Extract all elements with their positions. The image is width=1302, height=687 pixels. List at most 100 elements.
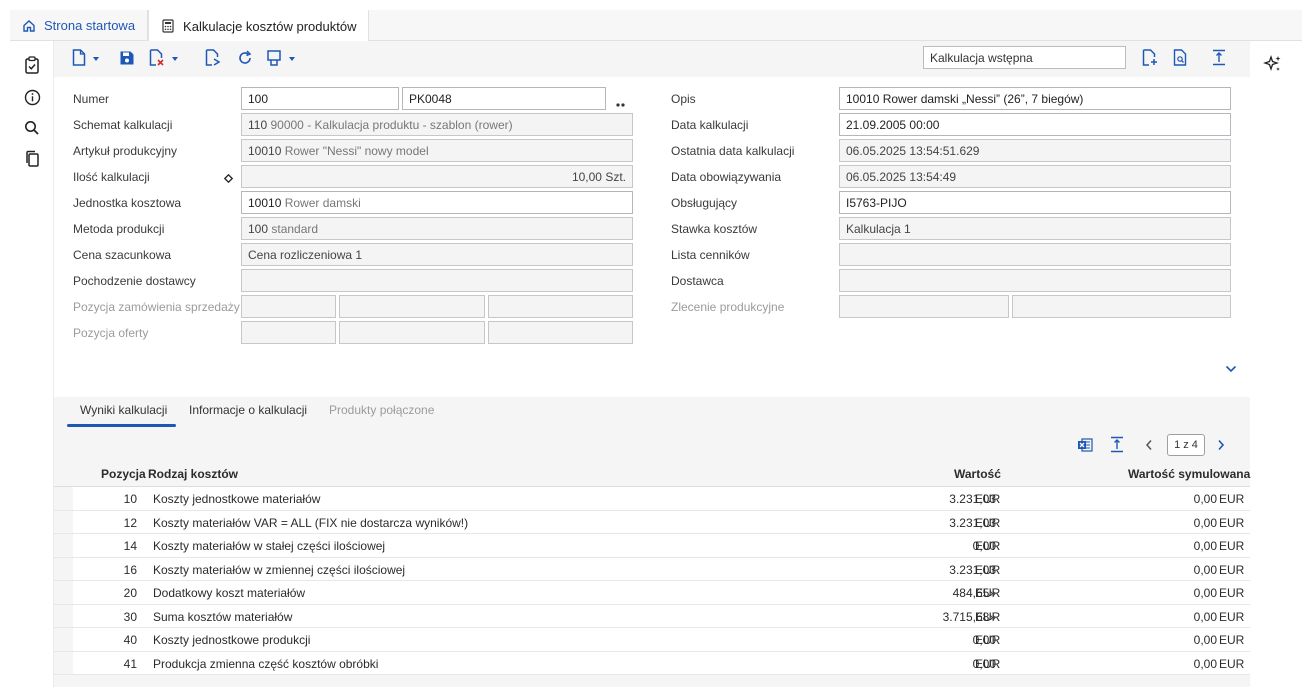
data-obowiazywania-field: 06.05.2025 13:54:49 [839, 165, 1231, 188]
cell-pozycja: 30 [123, 609, 137, 624]
chevron-down-icon[interactable] [1225, 362, 1237, 376]
cell-rodzaj: Koszty jednostkowe materiałów [153, 492, 321, 506]
table-row[interactable]: 16 Koszty materiałów w zmiennej części il… [54, 557, 1250, 581]
col-pozycja[interactable]: Pozycja [101, 467, 146, 481]
row-gutter[interactable] [54, 628, 73, 651]
info-icon[interactable] [22, 87, 42, 107]
delete-button[interactable] [149, 49, 178, 69]
fit-height-icon [1212, 49, 1226, 69]
label-zlecenie: Zlecenie produkcyjne [671, 300, 785, 314]
page-indicator[interactable]: 1 z 4 [1167, 434, 1205, 456]
add-document-icon [1142, 49, 1158, 69]
pozycja-oferty-field-2 [339, 321, 485, 344]
preview-icon [1173, 49, 1189, 69]
new-button[interactable] [72, 49, 99, 69]
opis-field[interactable]: 10010 Rower damski „Nessi” (26”, 7 biegó… [839, 87, 1231, 110]
refresh-icon [237, 49, 253, 69]
jednostka-value: 10010 [248, 196, 282, 210]
chevron-down-icon [172, 57, 178, 61]
tab-wyniki[interactable]: Wyniki kalkulacji [80, 403, 167, 417]
label-pochodzenie: Pochodzenie dostawcy [73, 274, 196, 288]
label-data-kalkulacji: Data kalkulacji [671, 118, 749, 132]
diamond-icon[interactable] [223, 172, 234, 184]
cell-symulowana-waluta: EUR [1219, 633, 1245, 647]
print-button[interactable] [266, 49, 295, 69]
tab-bar: Strona startowa Kalkulacje kosztów produ… [10, 10, 1302, 42]
cell-symulowana: 0,00 [1193, 633, 1217, 647]
cena-field: Cena rozliczeniowa 1 [241, 243, 633, 266]
add-document-button[interactable] [1142, 49, 1158, 69]
zlecenie-field-2 [1012, 295, 1231, 318]
col-rodzaj[interactable]: Rodzaj kosztów [148, 467, 238, 481]
label-pozycja-zamowienia: Pozycja zamówienia sprzedaży [73, 300, 240, 314]
row-gutter[interactable] [54, 534, 73, 557]
ostatnia-data-field: 06.05.2025 13:54:51.629 [839, 139, 1231, 162]
jednostka-field[interactable]: 10010 Rower damski [241, 191, 633, 214]
refresh-button[interactable] [237, 49, 253, 69]
pozycja-oferty-field-1 [241, 321, 336, 344]
ilosc-field: 10,00 Szt. [241, 165, 633, 188]
row-gutter[interactable] [54, 581, 73, 604]
tab-informacje[interactable]: Informacje o kalkulacji [189, 403, 307, 417]
cell-symulowana: 0,00 [1193, 586, 1217, 600]
copy-icon[interactable] [22, 149, 42, 169]
data-kalkulacji-field[interactable]: 21.09.2005 00:00 [839, 113, 1231, 136]
tab-produkty[interactable]: Produkty połączone [329, 403, 434, 417]
duplicate-icon [205, 49, 221, 69]
cell-symulowana-waluta: EUR [1219, 492, 1245, 506]
chevron-down-icon [93, 57, 99, 61]
table-row[interactable]: 30 Suma kosztów materiałów 3.715,68» EUR 0,0… [54, 604, 1250, 628]
ai-sparkle-icon[interactable] [1262, 54, 1283, 77]
cell-wartosc-waluta: EUR [975, 539, 1001, 553]
label-cena: Cena szacunkowa [73, 248, 172, 262]
variant-field[interactable]: Kalkulacja wstępna [923, 46, 1126, 69]
label-opis: Opis [671, 92, 696, 106]
clipboard-icon[interactable] [22, 55, 42, 75]
chevron-left-icon[interactable] [1145, 439, 1153, 454]
duplicate-button[interactable] [205, 49, 221, 69]
table-row[interactable]: 14 Koszty materiałów w stałej części iloś… [54, 534, 1250, 558]
row-gutter[interactable] [54, 487, 73, 510]
label-metoda: Metoda produkcji [73, 222, 165, 236]
col-wartosc-symulowana[interactable]: Wartość symulowana [1128, 467, 1250, 481]
table-row[interactable]: 20 Dodatkowy koszt materiałów 484,65» EUR 0,… [54, 581, 1250, 605]
cell-wartosc-waluta: EUR [975, 633, 1001, 647]
row-gutter[interactable] [54, 651, 73, 674]
cell-wartosc-waluta: EUR [975, 586, 1001, 600]
chevron-right-icon[interactable] [1217, 439, 1225, 454]
more-icon[interactable] [615, 97, 627, 111]
cell-wartosc-waluta: EUR [975, 492, 1001, 506]
search-icon[interactable] [22, 118, 42, 138]
cell-symulowana: 0,00 [1193, 539, 1217, 553]
numer-code-field[interactable]: PK0048 [402, 87, 606, 110]
cell-pozycja: 41 [123, 656, 137, 671]
row-gutter[interactable] [54, 604, 73, 627]
excel-icon[interactable] [1077, 437, 1093, 456]
cell-rodzaj: Dodatkowy koszt materiałów [153, 586, 306, 600]
table-row[interactable]: 12 Koszty materiałów VAR = ALL (FIX nie d… [54, 510, 1250, 534]
preview-button[interactable] [1173, 49, 1189, 69]
numer-field[interactable]: 100 [241, 87, 399, 110]
fit-height-icon[interactable] [1110, 436, 1124, 456]
save-button[interactable] [119, 49, 135, 69]
table-row[interactable]: 41 Produkcja zmienna część kosztów obróbk… [54, 651, 1250, 675]
fit-height-button[interactable] [1212, 49, 1226, 69]
cell-symulowana-waluta: EUR [1219, 609, 1245, 624]
label-ostatnia-data: Ostatnia data kalkulacji [671, 144, 795, 158]
table-row[interactable]: 40 Koszty jednostkowe produkcji 0,00 EUR 0,0… [54, 628, 1250, 652]
label-lista-cennikow: Lista cenników [671, 248, 750, 262]
calculator-icon [161, 19, 175, 33]
dostawca-field [839, 269, 1231, 292]
tab-home[interactable]: Strona startowa [10, 10, 149, 41]
col-wartosc[interactable]: Wartość [954, 467, 1001, 481]
schemat-value: 110 [248, 118, 268, 132]
label-artykul: Artykuł produkcyjny [73, 144, 178, 158]
table-row[interactable]: 10 Koszty jednostkowe materiałów 3.231,03 E… [54, 487, 1250, 511]
obslugujacy-field[interactable]: I5763-PIJO [839, 191, 1231, 214]
table-tools: 1 z 4 [54, 427, 1250, 461]
cell-symulowana-waluta: EUR [1219, 539, 1245, 553]
row-gutter[interactable] [54, 510, 73, 533]
row-gutter[interactable] [54, 557, 73, 580]
tab-home-label: Strona startowa [44, 18, 136, 33]
tab-kalkulacje[interactable]: Kalkulacje kosztów produktów [148, 10, 370, 42]
